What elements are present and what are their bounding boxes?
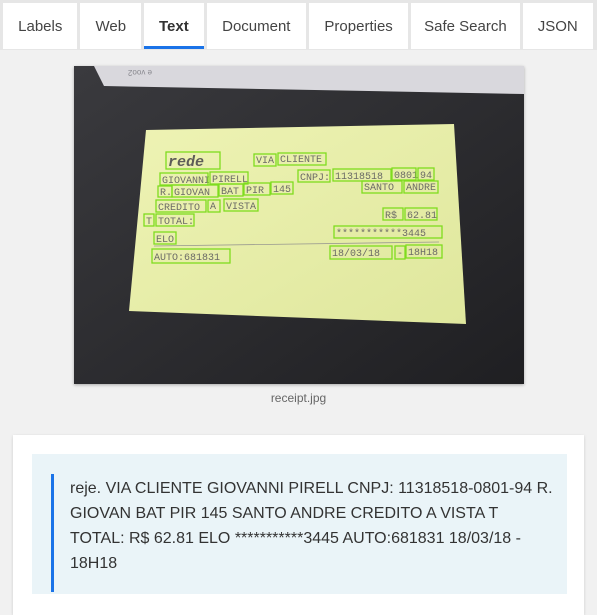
tab-document[interactable]: Document (206, 3, 306, 49)
receipt-word: 18/03/18 (332, 248, 380, 260)
tab-labels[interactable]: Labels (3, 3, 78, 49)
tab-json[interactable]: JSON (522, 3, 594, 49)
receipt-photo: e voo2 rede VIA CLIENTE GIOVANNI PIRELL … (74, 66, 524, 384)
card-print: e voo2 (127, 68, 152, 77)
text-result-card: reje. VIA CLIENTE GIOVANNI PIRELL CNPJ: … (13, 435, 584, 615)
quote-bar (51, 474, 54, 592)
tab-safe-search[interactable]: Safe Search (411, 3, 520, 49)
tab-properties[interactable]: Properties (308, 3, 409, 49)
image-caption: receipt.jpg (270, 391, 327, 405)
detected-text-block: reje. VIA CLIENTE GIOVANNI PIRELL CNPJ: … (32, 454, 567, 594)
receipt-image: e voo2 rede VIA CLIENTE GIOVANNI PIRELL … (74, 66, 524, 384)
detected-text: reje. VIA CLIENTE GIOVANNI PIRELL CNPJ: … (70, 480, 553, 572)
tab-bar: Labels Web Text Document Properties Safe… (0, 0, 597, 50)
tab-web[interactable]: Web (80, 3, 142, 49)
tab-text[interactable]: Text (144, 3, 204, 49)
